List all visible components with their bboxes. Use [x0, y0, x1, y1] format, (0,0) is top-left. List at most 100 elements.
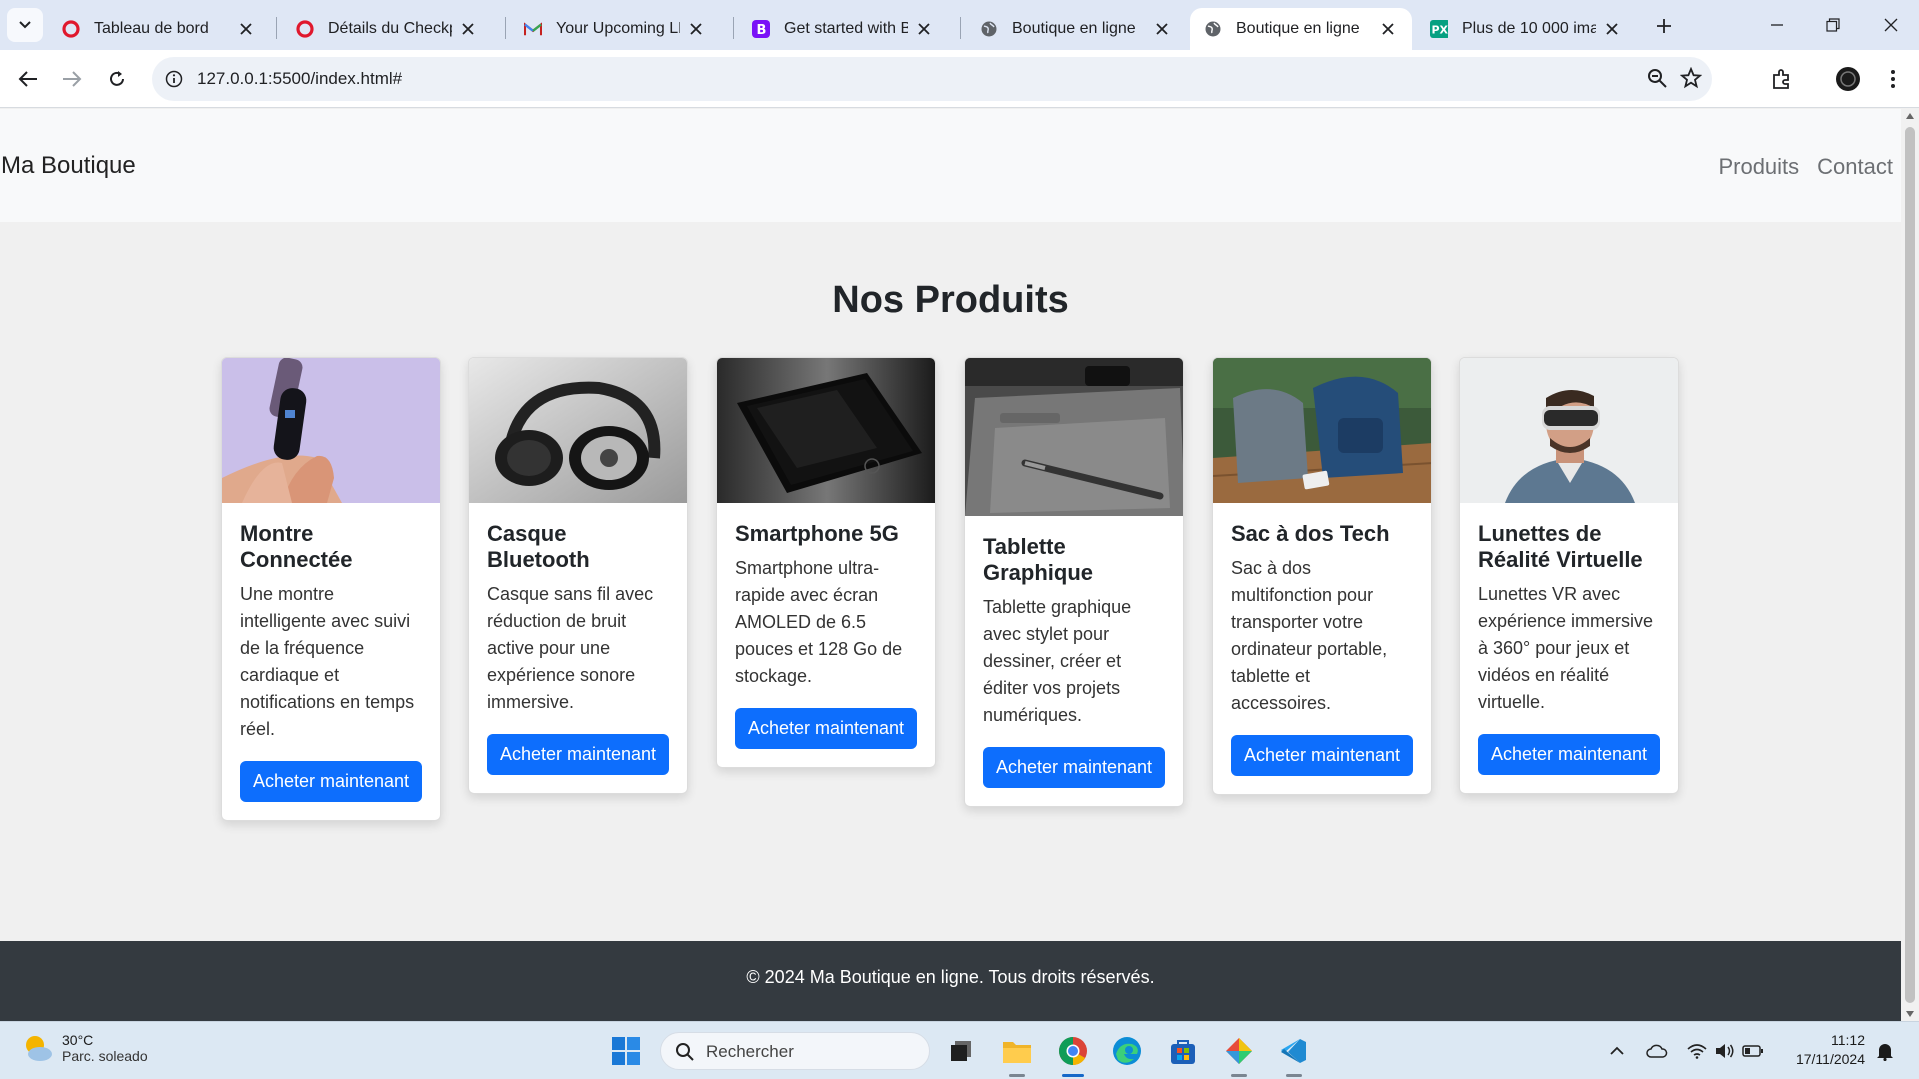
close-icon[interactable] — [914, 19, 934, 39]
buy-now-button[interactable]: Acheter maintenant — [1231, 735, 1413, 776]
restore-icon — [1826, 18, 1840, 32]
product-title: Sac à dos Tech — [1231, 521, 1390, 546]
bootstrap-icon: B — [752, 20, 770, 38]
site-brand[interactable]: Ma Boutique — [1, 152, 136, 180]
svg-text:PX: PX — [1432, 24, 1449, 37]
svg-text:B: B — [757, 23, 767, 38]
app-button[interactable] — [1222, 1034, 1256, 1068]
weather-widget[interactable]: 30°C Parc. soleado — [22, 1032, 148, 1064]
scroll-up-icon[interactable] — [1906, 113, 1914, 119]
restore-button[interactable] — [1818, 10, 1848, 40]
weather-temp: 30°C — [62, 1032, 94, 1048]
buy-now-button[interactable]: Acheter maintenant — [735, 708, 917, 749]
smartphone-image — [717, 358, 935, 503]
tab-title: Boutique en ligne — [1236, 20, 1360, 37]
reload-button[interactable] — [101, 63, 133, 95]
close-icon[interactable] — [1378, 19, 1398, 39]
gmail-icon — [524, 20, 542, 38]
scroll-thumb[interactable] — [1905, 127, 1915, 1003]
zoom-icon[interactable] — [1646, 67, 1670, 91]
windows-logo-icon — [612, 1037, 640, 1065]
tab-boutique-1[interactable]: Boutique en ligne — [966, 8, 1186, 50]
footer-copyright: © 2024 Ma Boutique en ligne. Tous droits… — [746, 967, 1155, 987]
partly-sunny-icon — [26, 1036, 52, 1061]
chrome-button[interactable] — [1056, 1034, 1090, 1068]
windows-taskbar: 30°C Parc. soleado Rechercher 11:12 17/1… — [0, 1021, 1919, 1079]
buy-now-button[interactable]: Acheter maintenant — [983, 747, 1165, 788]
plus-icon — [1657, 19, 1671, 33]
tab-bootstrap[interactable]: B Get started with Bootstrap — [738, 8, 948, 50]
product-description: Lunettes VR avec expérience immersive à … — [1478, 584, 1654, 712]
forward-button[interactable] — [56, 63, 88, 95]
tab-details-checkpoint[interactable]: Détails du Checkpoint — [282, 8, 492, 50]
running-indicator-active — [1062, 1074, 1084, 1077]
bookmark-star-icon[interactable] — [1679, 66, 1704, 91]
task-view-button[interactable] — [944, 1034, 978, 1068]
back-button[interactable] — [12, 63, 44, 95]
vscode-button[interactable] — [1277, 1034, 1311, 1068]
tab-boutique-active[interactable]: Boutique en ligne — [1190, 8, 1412, 50]
window-close-button[interactable] — [1876, 10, 1906, 40]
new-tab-button[interactable] — [1650, 12, 1678, 40]
tab-title: Get started with Bootstrap — [784, 20, 908, 37]
page-scrollbar[interactable] — [1901, 109, 1919, 1021]
wifi-icon[interactable] — [1686, 1040, 1708, 1062]
smartwatch-image — [222, 358, 440, 503]
battery-icon[interactable] — [1742, 1040, 1764, 1062]
edge-button[interactable] — [1110, 1034, 1144, 1068]
scroll-down-icon[interactable] — [1906, 1011, 1914, 1017]
minimize-button[interactable] — [1762, 10, 1792, 40]
product-description: Tablette graphique avec stylet pour dess… — [983, 597, 1132, 725]
start-button[interactable] — [609, 1034, 643, 1068]
avatar-icon — [1836, 67, 1860, 91]
pexels-icon: PX — [1430, 20, 1448, 38]
buy-now-button[interactable]: Acheter maintenant — [487, 734, 669, 775]
product-title: Lunettes de Réalité Virtuelle — [1478, 521, 1643, 572]
nav-link-contact[interactable]: Contact — [1817, 154, 1893, 180]
tab-gmail[interactable]: Your Upcoming LEARN — [510, 8, 720, 50]
close-icon[interactable] — [686, 19, 706, 39]
notification-bell-icon[interactable] — [1874, 1040, 1896, 1062]
close-icon[interactable] — [1152, 19, 1172, 39]
nav-link-produits[interactable]: Produits — [1718, 154, 1799, 180]
site-info-icon[interactable] — [162, 67, 186, 91]
tray-overflow-button[interactable] — [1606, 1040, 1628, 1062]
tab-title: Plus de 10 000 images — [1462, 20, 1596, 37]
puzzle-icon — [1773, 69, 1789, 89]
search-label: Rechercher — [706, 1042, 794, 1061]
page-viewport: Ma Boutique Produits Contact Nos Produit… — [0, 109, 1901, 1021]
volume-icon[interactable] — [1714, 1040, 1736, 1062]
browser-toolbar: 127.0.0.1:5500/index.html# — [0, 50, 1919, 108]
close-icon[interactable] — [1602, 19, 1622, 39]
browser-menu-button[interactable] — [1877, 63, 1909, 95]
tab-pexels[interactable]: PX Plus de 10 000 images — [1416, 8, 1636, 50]
tab-title: Tableau de bord — [94, 20, 209, 37]
url-text[interactable]: 127.0.0.1:5500/index.html# — [197, 69, 402, 89]
close-icon[interactable] — [458, 19, 478, 39]
clock-time: 11:12 — [1831, 1032, 1865, 1048]
address-bar[interactable]: 127.0.0.1:5500/index.html# — [152, 57, 1712, 101]
tab-tableau-de-bord[interactable]: Tableau de bord — [48, 8, 270, 50]
site-navbar: Ma Boutique Produits Contact — [0, 109, 1901, 222]
vscode-icon — [1281, 1039, 1306, 1063]
product-description: Une montre intelligente avec suivi de la… — [240, 584, 415, 739]
more-vertical-icon — [1891, 70, 1895, 88]
taskbar-search[interactable]: Rechercher — [660, 1032, 930, 1070]
buy-now-button[interactable]: Acheter maintenant — [1478, 734, 1660, 775]
system-clock[interactable]: 11:12 17/11/2024 — [1796, 1031, 1865, 1069]
tab-search-button[interactable] — [7, 8, 43, 42]
profile-avatar[interactable] — [1832, 63, 1864, 95]
file-explorer-button[interactable] — [1000, 1034, 1034, 1068]
product-title: Casque Bluetooth — [487, 521, 590, 572]
opera-icon — [296, 20, 314, 38]
onedrive-icon[interactable] — [1646, 1040, 1668, 1062]
buy-now-button[interactable]: Acheter maintenant — [240, 761, 422, 802]
extensions-button[interactable] — [1766, 63, 1798, 95]
close-icon[interactable] — [236, 19, 256, 39]
product-card: Montre Connectée Une montre intelligente… — [221, 357, 441, 821]
store-button[interactable] — [1166, 1034, 1200, 1068]
product-description: Smartphone ultra-rapide avec écran AMOLE… — [735, 558, 903, 686]
chrome-icon — [1059, 1037, 1087, 1065]
folder-icon — [1003, 1042, 1031, 1063]
reload-icon — [110, 71, 124, 86]
